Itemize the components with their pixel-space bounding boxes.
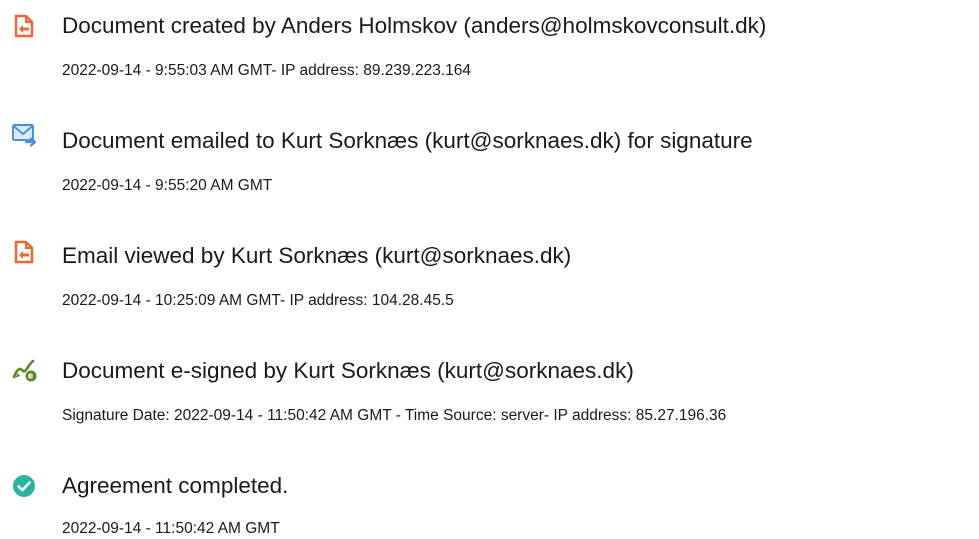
event-detail: 2022-09-14 - 11:50:42 AM GMT xyxy=(62,520,280,537)
event-title: Document created by Anders Holmskov (and… xyxy=(62,13,767,38)
event-title: Email viewed by Kurt Sorknæs (kurt@sorkn… xyxy=(62,243,572,268)
e-signed-icon xyxy=(11,357,37,383)
event-detail: Signature Date: 2022-09-14 - 11:50:42 AM… xyxy=(62,407,727,424)
document-created-icon xyxy=(11,13,37,39)
event-detail: 2022-09-14 - 9:55:03 AM GMT- IP address:… xyxy=(62,62,472,79)
event-title: Document e-signed by Kurt Sorknæs (kurt@… xyxy=(62,358,634,383)
email-viewed-icon xyxy=(11,239,37,265)
event-title: Document emailed to Kurt Sorknæs (kurt@s… xyxy=(62,128,753,153)
event-detail: 2022-09-14 - 10:25:09 AM GMT- IP address… xyxy=(62,292,454,309)
document-emailed-icon xyxy=(11,121,37,147)
agreement-completed-icon xyxy=(11,473,37,499)
event-title: Agreement completed. xyxy=(62,473,289,498)
event-detail: 2022-09-14 - 9:55:20 AM GMT xyxy=(62,177,273,194)
